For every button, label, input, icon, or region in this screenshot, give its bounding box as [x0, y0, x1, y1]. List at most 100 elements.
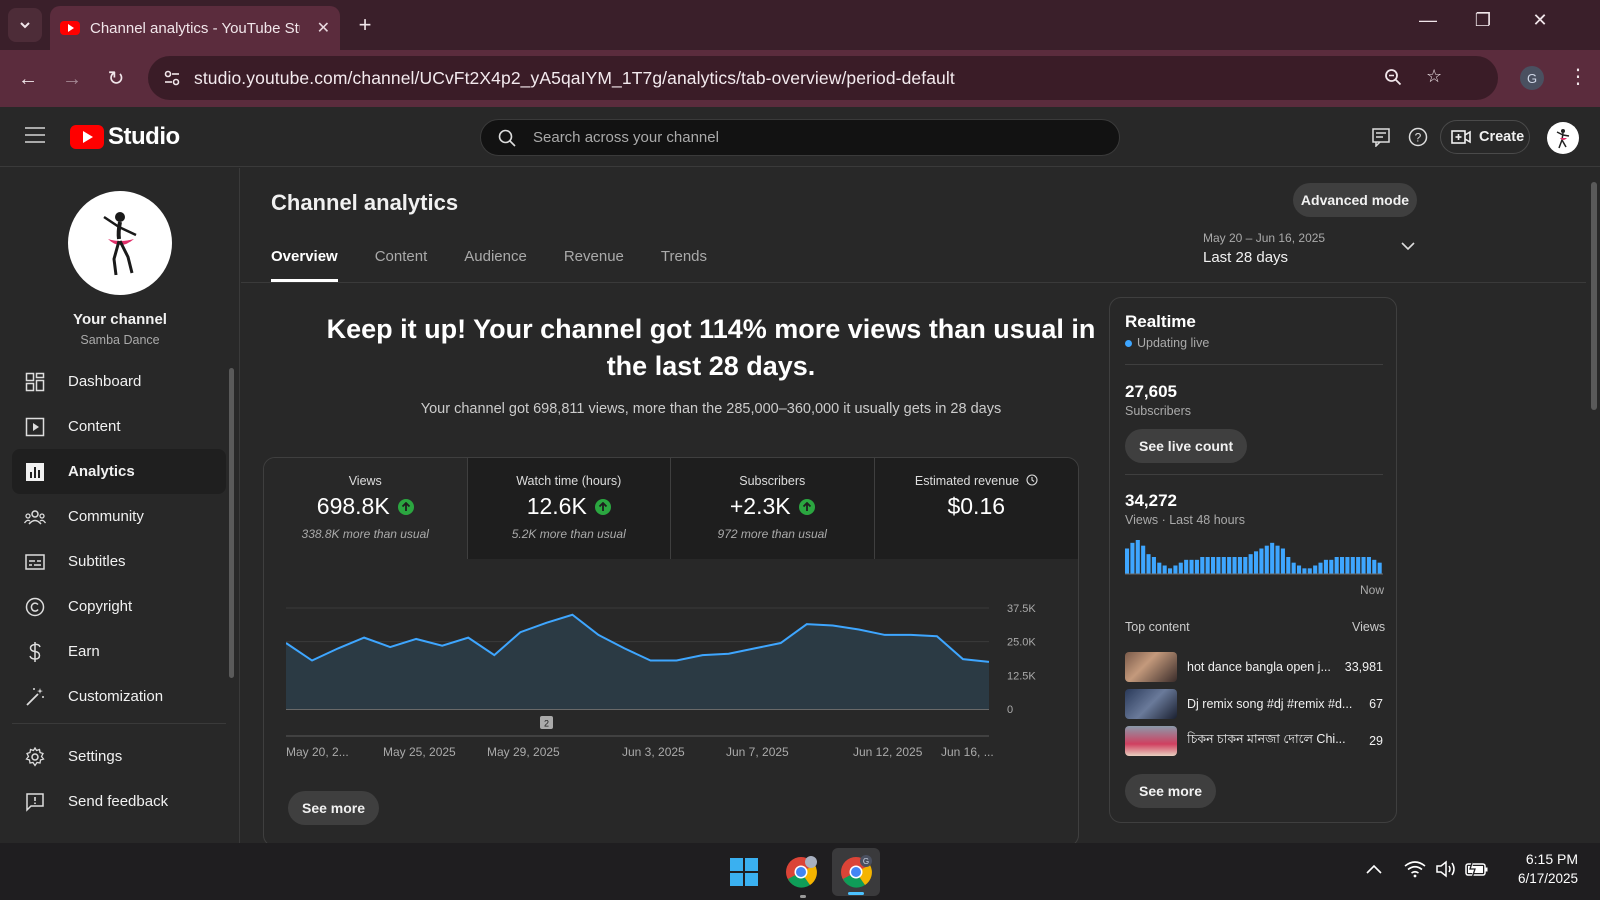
see-more-button[interactable]: See more — [288, 791, 380, 825]
sidebar-item-community[interactable]: Community — [12, 494, 226, 539]
tab-overview[interactable]: Overview — [271, 248, 338, 282]
realtime-bar[interactable] — [1194, 559, 1199, 574]
views-chart[interactable]: 37.5K 25.0K 12.5K 0 2 May 20, 2... May 25, 202… — [285, 578, 1066, 783]
top-content-row[interactable]: Dj remix song #dj #remix #d... 67 — [1125, 689, 1383, 719]
search-input[interactable] — [533, 129, 1073, 146]
sidebar-scrollbar[interactable] — [229, 368, 234, 678]
profile-avatar[interactable]: G — [1520, 66, 1544, 90]
realtime-bar[interactable] — [1178, 562, 1183, 574]
metric-subscribers[interactable]: Subscribers +2.3K 972 more than usual — [671, 458, 875, 559]
realtime-bar[interactable] — [1340, 557, 1345, 574]
studio-logo[interactable]: Studio — [70, 123, 180, 151]
realtime-bar[interactable] — [1162, 565, 1167, 575]
search-bar[interactable] — [480, 119, 1120, 156]
realtime-bar[interactable] — [1130, 542, 1135, 574]
realtime-bar[interactable] — [1345, 557, 1350, 574]
realtime-bar[interactable] — [1323, 559, 1328, 574]
realtime-bar[interactable] — [1125, 548, 1130, 575]
realtime-bar[interactable] — [1141, 545, 1146, 574]
new-tab-button[interactable]: + — [350, 10, 380, 40]
tab-audience[interactable]: Audience — [464, 248, 527, 282]
realtime-bar[interactable] — [1151, 557, 1156, 574]
hamburger-menu-icon[interactable] — [25, 127, 45, 148]
realtime-bar[interactable] — [1173, 565, 1178, 575]
metric-estimated-revenue[interactable]: Estimated revenue $0.16 — [874, 458, 1078, 559]
top-content-row[interactable]: hot dance bangla open j... 33,981 — [1125, 652, 1383, 682]
site-info-icon[interactable] — [162, 68, 182, 88]
tab-content[interactable]: Content — [375, 248, 428, 282]
realtime-bar[interactable] — [1200, 557, 1205, 574]
browser-tab-active[interactable]: Channel analytics - YouTube Stu ✕ — [50, 6, 340, 50]
chevron-up-icon[interactable] — [1366, 861, 1382, 879]
realtime-bar[interactable] — [1356, 557, 1361, 574]
account-avatar[interactable] — [1547, 122, 1579, 154]
realtime-bar[interactable] — [1366, 557, 1371, 574]
realtime-bar[interactable] — [1221, 557, 1226, 574]
scrollbar-thumb[interactable] — [1591, 182, 1597, 410]
realtime-bar[interactable] — [1248, 554, 1253, 574]
zoom-icon[interactable] — [1384, 68, 1402, 91]
address-bar[interactable]: studio.youtube.com/channel/UCvFt2X4p2_yA… — [148, 56, 1498, 100]
window-close-icon[interactable]: ✕ — [1520, 10, 1560, 31]
realtime-bar[interactable] — [1216, 557, 1221, 574]
realtime-bar[interactable] — [1168, 568, 1173, 574]
realtime-bar[interactable] — [1259, 548, 1264, 575]
realtime-bar[interactable] — [1270, 542, 1275, 574]
volume-icon[interactable] — [1435, 860, 1457, 883]
top-content-row[interactable]: চিকন চাকন মানজা দোলে Chi... 29 — [1125, 726, 1383, 756]
battery-charging-icon[interactable] — [1465, 859, 1489, 883]
realtime-bar[interactable] — [1361, 557, 1366, 574]
realtime-bar[interactable] — [1189, 559, 1194, 574]
sidebar-item-content[interactable]: Content — [12, 404, 226, 449]
messages-icon[interactable] — [1369, 125, 1393, 149]
tab-revenue[interactable]: Revenue — [564, 248, 624, 282]
realtime-bar[interactable] — [1205, 557, 1210, 574]
realtime-bar[interactable] — [1372, 559, 1377, 574]
realtime-bar[interactable] — [1291, 562, 1296, 574]
wifi-icon[interactable] — [1404, 860, 1426, 883]
clock-date[interactable]: 6/17/2025 — [1500, 871, 1578, 886]
metric-views[interactable]: Views 698.8K 338.8K more than usual — [264, 458, 468, 559]
help-icon[interactable]: ? — [1406, 125, 1430, 149]
sidebar-item-earn[interactable]: Earn — [12, 629, 226, 674]
sidebar-item-subtitles[interactable]: Subtitles — [12, 539, 226, 584]
realtime-bar[interactable] — [1350, 557, 1355, 574]
sidebar-item-send-feedback[interactable]: Send feedback — [12, 779, 226, 824]
clock-time[interactable]: 6:15 PM — [1500, 851, 1578, 867]
back-arrow-icon[interactable]: ← — [12, 63, 44, 95]
realtime-bar[interactable] — [1211, 557, 1216, 574]
url-text[interactable]: studio.youtube.com/channel/UCvFt2X4p2_yA… — [194, 68, 955, 89]
tab-search-button[interactable] — [8, 8, 42, 42]
realtime-bar[interactable] — [1157, 562, 1162, 574]
realtime-bar[interactable] — [1135, 540, 1140, 574]
realtime-bar[interactable] — [1243, 557, 1248, 574]
advanced-mode-button[interactable]: Advanced mode — [1293, 183, 1417, 217]
sidebar-item-dashboard[interactable]: Dashboard — [12, 359, 226, 404]
channel-avatar[interactable] — [68, 191, 172, 295]
chrome-icon[interactable] — [784, 855, 818, 894]
realtime-bar[interactable] — [1302, 568, 1307, 574]
bookmark-star-icon[interactable]: ☆ — [1426, 66, 1442, 87]
create-button[interactable]: Create — [1440, 120, 1530, 154]
browser-menu-icon[interactable]: ⋮ — [1568, 64, 1588, 89]
sidebar-item-customization[interactable]: Customization — [12, 674, 226, 719]
reload-icon[interactable]: ↻ — [100, 63, 132, 95]
chrome-active-app[interactable]: G — [832, 848, 880, 896]
realtime-bar[interactable] — [1184, 559, 1189, 574]
realtime-bar[interactable] — [1377, 562, 1382, 574]
realtime-bar[interactable] — [1264, 545, 1269, 574]
date-range-picker[interactable]: May 20 – Jun 16, 2025 Last 28 days — [1203, 231, 1325, 266]
realtime-bar[interactable] — [1307, 568, 1312, 574]
sidebar-item-copyright[interactable]: Copyright — [12, 584, 226, 629]
realtime-bar[interactable] — [1146, 554, 1151, 574]
forward-arrow-icon[interactable]: → — [56, 63, 88, 95]
realtime-bar[interactable] — [1254, 551, 1259, 574]
realtime-bar[interactable] — [1275, 545, 1280, 574]
sidebar-item-analytics[interactable]: Analytics — [12, 449, 226, 494]
realtime-see-more-button[interactable]: See more — [1125, 774, 1217, 808]
minimize-icon[interactable]: — — [1408, 10, 1448, 31]
page-scrollbar[interactable] — [1588, 168, 1600, 843]
realtime-bar-chart[interactable] — [1125, 538, 1383, 578]
realtime-bar[interactable] — [1280, 548, 1285, 575]
realtime-bar[interactable] — [1318, 562, 1323, 574]
